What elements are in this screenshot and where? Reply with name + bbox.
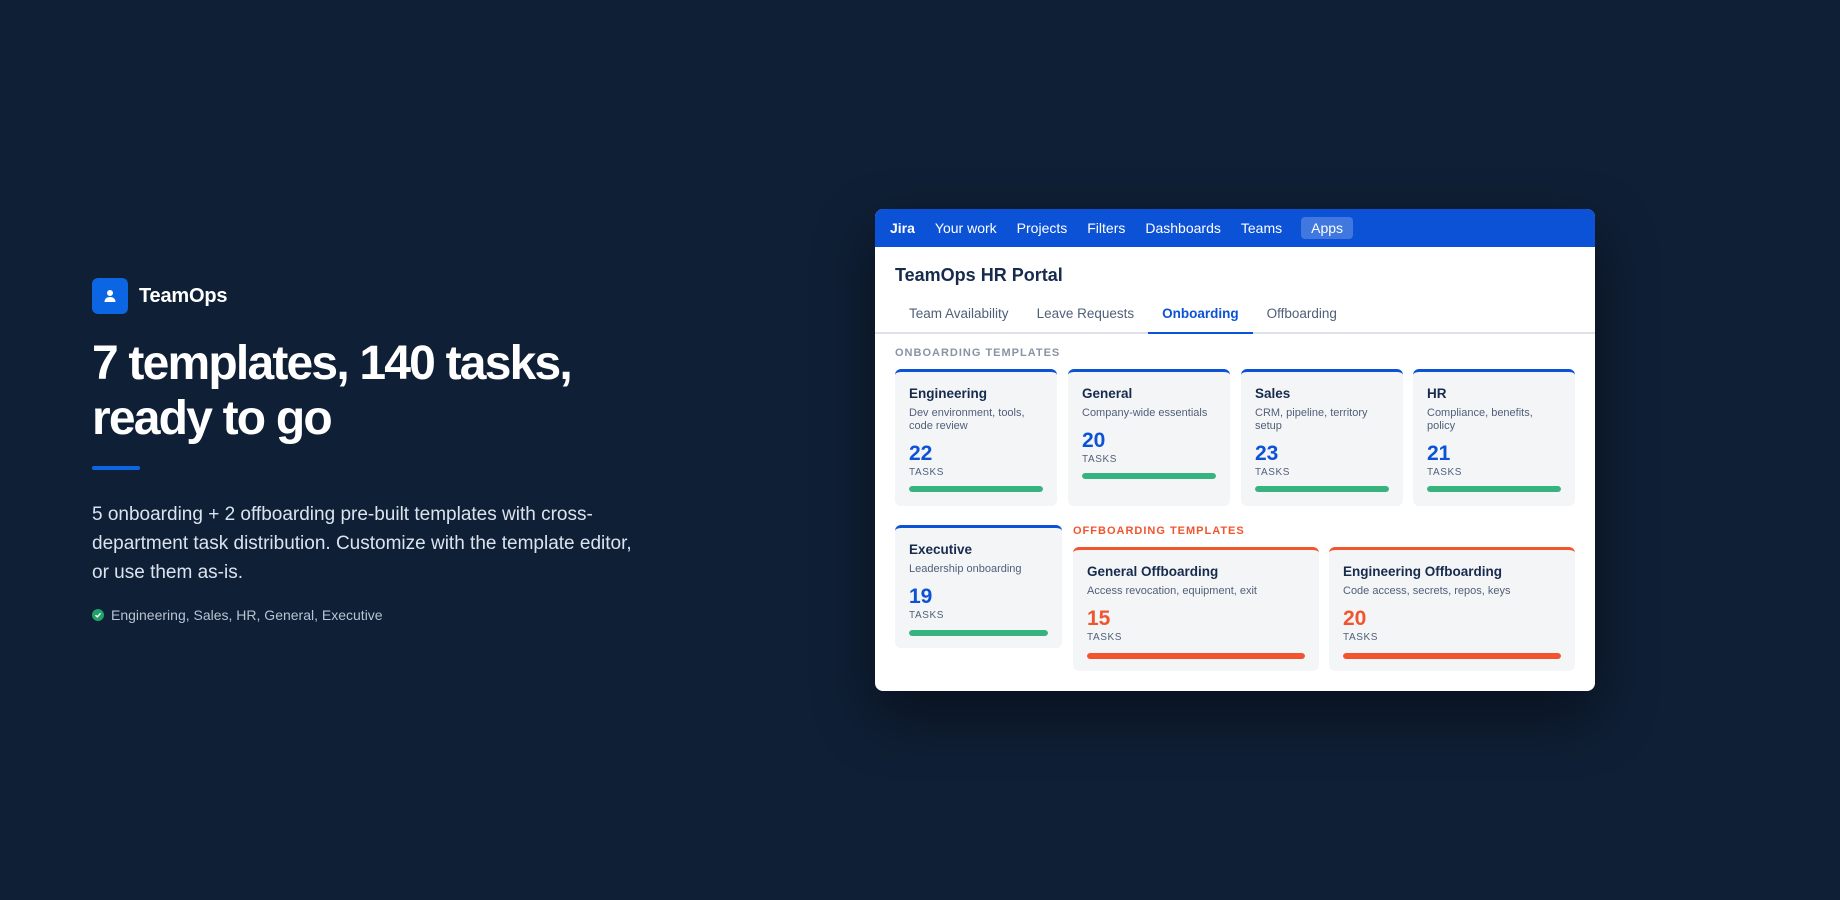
card-title: Executive [909, 542, 973, 557]
card-title: Sales [1255, 386, 1291, 401]
card-title: HR [1427, 386, 1447, 401]
card-title: Engineering [909, 386, 988, 401]
headline: 7 templates, 140 tasks, ready to go [92, 337, 573, 445]
nav-projects[interactable]: Projects [1007, 220, 1078, 236]
task-unit: TASKS [909, 467, 945, 478]
task-unit: TASKS [1255, 467, 1291, 478]
card-title: General Offboarding [1087, 564, 1219, 579]
progress-bar [1082, 473, 1216, 479]
nav-teams[interactable]: Teams [1231, 220, 1292, 236]
brand-name: TeamOps [139, 284, 228, 307]
progress-bar [1427, 486, 1561, 492]
task-unit: TASKS [1082, 454, 1118, 465]
tagline: Engineering, Sales, HR, General, Executi… [92, 607, 692, 623]
check-circle-icon [92, 609, 104, 621]
tab-leave-requests[interactable]: Leave Requests [1023, 300, 1149, 332]
brand: TeamOps [92, 278, 692, 314]
progress-bar [1343, 653, 1561, 659]
task-count: 15 [1087, 607, 1111, 630]
card-description: Compliance, benefits, policy [1427, 407, 1533, 432]
portal-title: TeamOps HR Portal [895, 265, 1063, 285]
offboarding-section-label: OFFBOARDING TEMPLATES [1073, 525, 1245, 537]
task-unit: TASKS [1343, 632, 1379, 643]
tab-onboarding[interactable]: Onboarding [1148, 300, 1253, 334]
onboarding-section-label: ONBOARDING TEMPLATES [895, 347, 1061, 359]
progress-fill [909, 486, 1043, 492]
nav-filters[interactable]: Filters [1077, 220, 1135, 236]
progress-fill [1082, 473, 1216, 479]
template-card-engineering[interactable]: Engineering Dev environment, tools, code… [895, 369, 1057, 506]
template-card-executive[interactable]: Executive Leadership onboarding 19 TASKS [895, 525, 1062, 648]
card-description: Access revocation, equipment, exit [1087, 585, 1257, 597]
card-description: Code access, secrets, repos, keys [1343, 585, 1511, 597]
progress-bar [909, 486, 1043, 492]
headline-rule [92, 466, 140, 470]
task-unit: TASKS [909, 610, 945, 621]
person-icon [92, 278, 128, 314]
template-card-engineering-offboarding[interactable]: Engineering Offboarding Code access, sec… [1329, 547, 1575, 671]
card-description: Leadership onboarding [909, 563, 1022, 575]
tab-offboarding[interactable]: Offboarding [1253, 300, 1351, 332]
progress-fill [909, 630, 1048, 636]
template-card-general-offboarding[interactable]: General Offboarding Access revocation, e… [1073, 547, 1319, 671]
progress-fill [1343, 653, 1561, 659]
progress-bar [1255, 486, 1389, 492]
tab-bar: Team Availability Leave Requests Onboard… [875, 300, 1595, 334]
hero-description: 5 onboarding + 2 offboarding pre-built t… [92, 504, 632, 583]
task-count: 20 [1343, 607, 1367, 630]
card-description: Dev environment, tools, code review [909, 407, 1025, 432]
jira-window: Jira Your work Projects Filters Dashboar… [875, 209, 1595, 691]
jira-logo[interactable]: Jira [890, 220, 925, 236]
task-unit: TASKS [1427, 467, 1463, 478]
card-title: General [1082, 386, 1133, 401]
template-card-sales[interactable]: Sales CRM, pipeline, territory setup 23 … [1241, 369, 1403, 506]
card-description: CRM, pipeline, territory setup [1255, 407, 1368, 432]
task-count: 22 [909, 442, 933, 465]
progress-fill [1255, 486, 1389, 492]
top-nav: Jira Your work Projects Filters Dashboar… [875, 209, 1595, 247]
tagline-text: Engineering, Sales, HR, General, Executi… [111, 607, 383, 623]
task-unit: TASKS [1087, 632, 1123, 643]
tab-team-availability[interactable]: Team Availability [895, 300, 1023, 332]
hero: TeamOps 7 templates, 140 tasks, ready to… [92, 278, 692, 623]
task-count: 21 [1427, 442, 1451, 465]
progress-fill [1427, 486, 1561, 492]
task-count: 20 [1082, 429, 1106, 452]
progress-bar [1087, 653, 1305, 659]
progress-fill [1087, 653, 1305, 659]
template-card-hr[interactable]: HR Compliance, benefits, policy 21 TASKS [1413, 369, 1575, 506]
task-count: 23 [1255, 442, 1279, 465]
nav-dashboards[interactable]: Dashboards [1135, 220, 1231, 236]
progress-bar [909, 630, 1048, 636]
card-description: Company-wide essentials [1082, 407, 1208, 419]
nav-your-work[interactable]: Your work [925, 220, 1007, 236]
page: TeamOps 7 templates, 140 tasks, ready to… [0, 0, 1840, 900]
task-count: 19 [909, 585, 933, 608]
nav-apps-button[interactable]: Apps [1301, 217, 1354, 239]
card-title: Engineering Offboarding [1343, 564, 1502, 579]
template-card-general[interactable]: General Company-wide essentials 20 TASKS [1068, 369, 1230, 506]
